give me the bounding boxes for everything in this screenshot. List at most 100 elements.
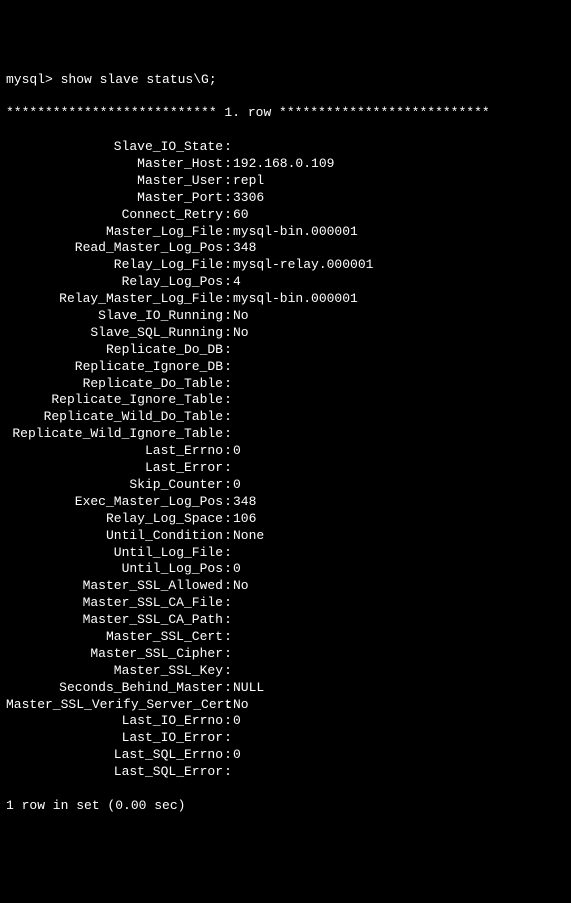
- field-value: mysql-bin.000001: [233, 291, 358, 308]
- field-label: Connect_Retry: [6, 207, 223, 224]
- field-separator: :: [223, 291, 233, 308]
- status-field-row: Relay_Log_File:mysql-relay.000001: [6, 257, 565, 274]
- field-separator: :: [223, 392, 233, 409]
- field-label: Relay_Log_Pos: [6, 274, 223, 291]
- field-value: None: [233, 528, 264, 545]
- field-separator: :: [223, 376, 233, 393]
- field-label: Replicate_Do_Table: [6, 376, 223, 393]
- field-value: No: [233, 578, 249, 595]
- status-field-row: Slave_IO_State:: [6, 139, 565, 156]
- field-label: Relay_Master_Log_File: [6, 291, 223, 308]
- status-field-row: Slave_SQL_Running:No: [6, 325, 565, 342]
- field-label: Master_SSL_CA_Path: [6, 612, 223, 629]
- field-separator: :: [223, 409, 233, 426]
- field-separator: :: [223, 646, 233, 663]
- field-separator: :: [223, 697, 233, 714]
- field-value: 348: [233, 494, 256, 511]
- field-value: 192.168.0.109: [233, 156, 334, 173]
- field-label: Master_User: [6, 173, 223, 190]
- status-field-row: Replicate_Do_DB:: [6, 342, 565, 359]
- field-label: Slave_SQL_Running: [6, 325, 223, 342]
- field-label: Last_IO_Error: [6, 730, 223, 747]
- field-label: Master_SSL_Cert: [6, 629, 223, 646]
- field-separator: :: [223, 477, 233, 494]
- status-field-row: Last_IO_Error:: [6, 730, 565, 747]
- field-label: Last_SQL_Error: [6, 764, 223, 781]
- field-value: 0: [233, 443, 241, 460]
- status-field-row: Master_SSL_Cipher:: [6, 646, 565, 663]
- field-separator: :: [223, 511, 233, 528]
- field-label: Master_SSL_Verify_Server_Cert: [6, 697, 223, 714]
- field-separator: :: [223, 578, 233, 595]
- status-field-row: Replicate_Ignore_DB:: [6, 359, 565, 376]
- field-value: No: [233, 697, 249, 714]
- field-label: Last_IO_Errno: [6, 713, 223, 730]
- field-separator: :: [223, 207, 233, 224]
- field-separator: :: [223, 764, 233, 781]
- status-field-row: Until_Log_Pos:0: [6, 561, 565, 578]
- field-label: Replicate_Wild_Ignore_Table: [6, 426, 223, 443]
- status-field-row: Master_SSL_CA_File:: [6, 595, 565, 612]
- field-separator: :: [223, 730, 233, 747]
- status-field-row: Until_Condition:None: [6, 528, 565, 545]
- field-separator: :: [223, 460, 233, 477]
- field-label: Master_SSL_Allowed: [6, 578, 223, 595]
- field-label: Slave_IO_State: [6, 139, 223, 156]
- field-label: Master_Port: [6, 190, 223, 207]
- field-separator: :: [223, 426, 233, 443]
- field-value: 60: [233, 207, 249, 224]
- field-value: 0: [233, 747, 241, 764]
- field-separator: :: [223, 139, 233, 156]
- field-label: Relay_Log_Space: [6, 511, 223, 528]
- field-separator: :: [223, 156, 233, 173]
- status-field-row: Master_Log_File:mysql-bin.000001: [6, 224, 565, 241]
- field-separator: :: [223, 663, 233, 680]
- field-separator: :: [223, 545, 233, 562]
- field-separator: :: [223, 308, 233, 325]
- field-label: Last_SQL_Errno: [6, 747, 223, 764]
- status-field-row: Connect_Retry:60: [6, 207, 565, 224]
- field-separator: :: [223, 612, 233, 629]
- field-label: Master_SSL_Key: [6, 663, 223, 680]
- status-field-row: Relay_Log_Pos:4: [6, 274, 565, 291]
- field-value: No: [233, 308, 249, 325]
- field-separator: :: [223, 595, 233, 612]
- status-field-row: Replicate_Do_Table:: [6, 376, 565, 393]
- field-label: Skip_Counter: [6, 477, 223, 494]
- field-separator: :: [223, 528, 233, 545]
- field-separator: :: [223, 342, 233, 359]
- mysql-prompt[interactable]: mysql> show slave status\G;: [6, 72, 565, 89]
- status-field-row: Exec_Master_Log_Pos:348: [6, 494, 565, 511]
- field-label: Read_Master_Log_Pos: [6, 240, 223, 257]
- field-separator: :: [223, 173, 233, 190]
- status-field-row: Last_Errno:0: [6, 443, 565, 460]
- field-label: Replicate_Wild_Do_Table: [6, 409, 223, 426]
- field-separator: :: [223, 629, 233, 646]
- status-field-row: Master_User:repl: [6, 173, 565, 190]
- field-value: mysql-bin.000001: [233, 224, 358, 241]
- field-label: Master_Log_File: [6, 224, 223, 241]
- status-field-row: Slave_IO_Running:No: [6, 308, 565, 325]
- field-value: 4: [233, 274, 241, 291]
- status-field-row: Replicate_Wild_Do_Table:: [6, 409, 565, 426]
- status-field-row: Master_SSL_Cert:: [6, 629, 565, 646]
- result-footer: 1 row in set (0.00 sec): [6, 798, 565, 815]
- field-separator: :: [223, 325, 233, 342]
- field-label: Until_Log_File: [6, 545, 223, 562]
- status-field-row: Last_SQL_Errno:0: [6, 747, 565, 764]
- field-separator: :: [223, 359, 233, 376]
- field-label: Last_Errno: [6, 443, 223, 460]
- field-value: No: [233, 325, 249, 342]
- field-label: Exec_Master_Log_Pos: [6, 494, 223, 511]
- status-field-row: Master_Port:3306: [6, 190, 565, 207]
- status-field-row: Skip_Counter:0: [6, 477, 565, 494]
- status-field-row: Seconds_Behind_Master:NULL: [6, 680, 565, 697]
- field-label: Replicate_Ignore_DB: [6, 359, 223, 376]
- field-label: Replicate_Ignore_Table: [6, 392, 223, 409]
- status-field-row: Read_Master_Log_Pos:348: [6, 240, 565, 257]
- status-field-row: Master_SSL_CA_Path:: [6, 612, 565, 629]
- status-field-row: Relay_Master_Log_File:mysql-bin.000001: [6, 291, 565, 308]
- field-separator: :: [223, 224, 233, 241]
- status-field-row: Until_Log_File:: [6, 545, 565, 562]
- field-separator: :: [223, 561, 233, 578]
